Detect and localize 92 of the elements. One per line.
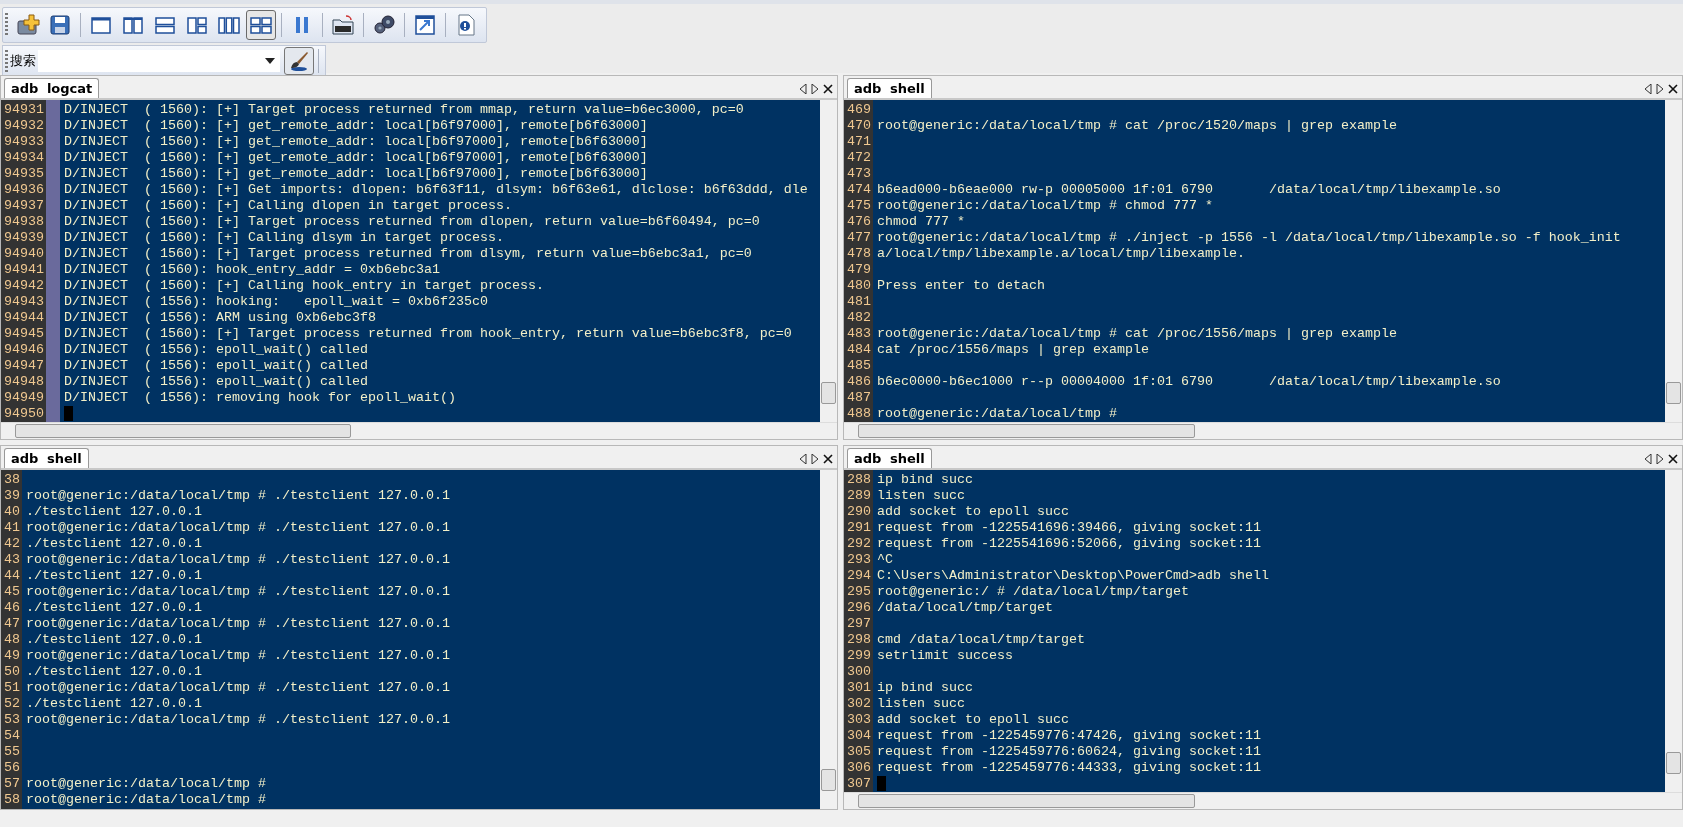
terminal-line: request from -1225541696:52066, giving socket:11	[876, 536, 1261, 552]
terminal-line: request from -1225459776:44333, giving socket:11	[876, 760, 1261, 776]
terminal-line: setrlimit success	[876, 648, 1013, 664]
terminal-line: D/INJECT ( 1560): hook_entry_addr = 0xb6ebc3a1	[63, 262, 440, 278]
pane-tab[interactable]: adb shell	[847, 448, 932, 468]
popout-window-icon	[413, 13, 437, 37]
terminal-line: ip bind succ	[876, 472, 973, 488]
terminal-line: ip bind succ	[876, 680, 973, 696]
terminal-line: request from -1225459776:47426, giving socket:11	[876, 728, 1261, 744]
search-label: 搜索	[10, 52, 36, 70]
scroll-left-icon[interactable]	[1644, 84, 1652, 94]
pane-tab[interactable]: adb shell	[847, 78, 932, 98]
gears-icon	[372, 13, 396, 37]
terminal-line: cat /proc/1556/maps | grep example	[876, 342, 1149, 358]
terminal-line: root@generic:/data/local/tmp # ./testclient 127.0.0.1	[25, 584, 450, 600]
terminal-line: D/INJECT ( 1560): [+] Calling dlopen in target process.	[63, 198, 512, 214]
terminal-line: D/INJECT ( 1560): [+] get_remote_addr: local[b6f97000], remote[b6f63000]	[63, 166, 648, 182]
terminal-line: b6ec0000-b6ec1000 r--p 00004000 1f:01 6790 /data/local/tmp/libexample.so	[876, 374, 1501, 390]
terminal-line: D/INJECT ( 1560): [+] Get imports: dlopen: b6f63f11, dlsym: b6f63e61, dlclose: b6f63ddd, dle	[63, 182, 808, 198]
terminal-line: chmod 777 *	[876, 214, 965, 230]
terminal-line: D/INJECT ( 1556): removing hook for epoll_wait()	[63, 390, 456, 406]
new-console-icon	[16, 13, 40, 37]
terminal-line: D/INJECT ( 1556): epoll_wait() called	[63, 374, 368, 390]
brush-icon	[288, 50, 310, 72]
terminal-line: root@generic:/data/local/tmp # ./testclient 127.0.0.1	[25, 648, 450, 664]
scroll-right-icon[interactable]	[1656, 84, 1664, 94]
close-icon[interactable]	[1668, 84, 1678, 94]
terminal-line: C:\Users\Administrator\Desktop\PowerCmd>adb shell	[876, 568, 1269, 584]
terminal-line: /data/local/tmp/target	[876, 600, 1053, 616]
terminal-line: D/INJECT ( 1560): [+] get_remote_addr: local[b6f97000], remote[b6f63000]	[63, 134, 648, 150]
terminal-line: root@generic:/data/local/tmp #	[25, 792, 266, 808]
terminal-line: listen succ	[876, 488, 965, 504]
terminal-line: D/INJECT ( 1560): [+] Target process returned from mmap, return value=b6ec3000, pc=0	[63, 102, 744, 118]
scroll-right-icon[interactable]	[811, 454, 819, 464]
brush-button[interactable]	[284, 47, 314, 75]
terminal-line: root@generic:/data/local/tmp # ./testclient 127.0.0.1	[25, 616, 450, 632]
terminal-line: D/INJECT ( 1556): hooking: epoll_wait = 0xb6f235c0	[63, 294, 488, 310]
terminal-line: ./testclient 127.0.0.1	[25, 504, 202, 520]
terminal-line: ^C	[876, 552, 893, 568]
terminal-line: ./testclient 127.0.0.1	[25, 664, 202, 680]
horizontal-scrollbar[interactable]	[1, 422, 837, 439]
log-folder-icon	[331, 13, 355, 37]
terminal-line: root@generic:/data/local/tmp # ./inject -p 1556 -l /data/local/tmp/libexample.so -f hook_init	[876, 230, 1621, 246]
scroll-left-icon[interactable]	[1644, 454, 1652, 464]
pane-tab[interactable]: adb logcat	[4, 78, 100, 98]
terminal-line: root@generic:/data/local/tmp #	[25, 776, 266, 792]
terminal-line: a/local/tmp/libexample.a/local/tmp/libexample.	[876, 246, 1245, 262]
terminal-line: request from -1225459776:60624, giving socket:11	[876, 744, 1261, 760]
terminal-line: root@generic:/data/local/tmp # ./testclient 127.0.0.1	[25, 680, 450, 696]
terminal-line: D/INJECT ( 1560): [+] Target process returned from dlopen, return value=b6f60494, pc=0	[63, 214, 760, 230]
terminal-line: root@generic:/data/local/tmp #	[876, 406, 1117, 422]
toolbar-button[interactable]	[246, 10, 276, 40]
terminal-line: D/INJECT ( 1556): ARM using 0xb6ebc3f8	[63, 310, 376, 326]
terminal-line: add socket to epoll succ	[876, 712, 1069, 728]
terminal-line: D/INJECT ( 1560): [+] get_remote_addr: local[b6f97000], remote[b6f63000]	[63, 118, 648, 134]
terminal-line: cmd /data/local/tmp/target	[876, 632, 1085, 648]
terminal-line: root@generic:/data/local/tmp # cat /proc/1520/maps | grep example	[876, 118, 1397, 134]
scroll-right-icon[interactable]	[811, 84, 819, 94]
close-icon[interactable]	[1668, 454, 1678, 464]
terminal-line: listen succ	[876, 696, 965, 712]
horizontal-scrollbar[interactable]	[844, 792, 1682, 809]
terminal-line: root@generic:/data/local/tmp # ./testclient 127.0.0.1	[25, 520, 450, 536]
terminal-line: add socket to epoll succ	[876, 504, 1069, 520]
terminal-line: ./testclient 127.0.0.1	[25, 568, 202, 584]
terminal-line: D/INJECT ( 1556): epoll_wait() called	[63, 358, 368, 374]
terminal-line: root@generic:/data/local/tmp # ./testclient 127.0.0.1	[25, 712, 450, 728]
terminal-line: ./testclient 127.0.0.1	[25, 632, 202, 648]
scroll-right-icon[interactable]	[1656, 454, 1664, 464]
terminal-line: root@generic:/data/local/tmp # cat /proc/1556/maps | grep example	[876, 326, 1397, 342]
terminal-line: root@generic:/ # /data/local/tmp/target	[876, 584, 1189, 600]
terminal-line: D/INJECT ( 1556): epoll_wait() called	[63, 342, 368, 358]
pane-tab[interactable]: adb shell	[4, 448, 89, 468]
terminal-line: ./testclient 127.0.0.1	[25, 696, 202, 712]
close-icon[interactable]	[823, 84, 833, 94]
terminal-line: root@generic:/data/local/tmp # chmod 777 *	[876, 198, 1213, 214]
terminal-line: D/INJECT ( 1560): [+] Calling hook_entry in target process.	[63, 278, 544, 294]
terminal-line: b6ead000-b6eae000 rw-p 00005000 1f:01 6790 /data/local/tmp/libexample.so	[876, 182, 1501, 198]
terminal-line: request from -1225541696:39466, giving socket:11	[876, 520, 1261, 536]
terminal-line: D/INJECT ( 1560): [+] Target process returned from hook_entry, return value=b6ebc3f8, pc=0	[63, 326, 792, 342]
terminal-line: D/INJECT ( 1560): [+] Calling dlsym in target process.	[63, 230, 504, 246]
scroll-left-icon[interactable]	[799, 454, 807, 464]
terminal-line: D/INJECT ( 1560): [+] get_remote_addr: local[b6f97000], remote[b6f63000]	[63, 150, 648, 166]
terminal-line: root@generic:/data/local/tmp # ./testclient 127.0.0.1	[25, 488, 450, 504]
close-icon[interactable]	[823, 454, 833, 464]
terminal-line: D/INJECT ( 1560): [+] Target process returned from dlsym, return value=b6ebc3a1, pc=0	[63, 246, 752, 262]
terminal-line: ./testclient 127.0.0.1	[25, 600, 202, 616]
horizontal-scrollbar[interactable]	[844, 422, 1682, 439]
terminal-line: root@generic:/data/local/tmp # ./testclient 127.0.0.1	[25, 552, 450, 568]
scroll-left-icon[interactable]	[799, 84, 807, 94]
terminal-line: Press enter to detach	[876, 278, 1045, 294]
terminal-line: ./testclient 127.0.0.1	[25, 536, 202, 552]
caret-icon	[265, 58, 275, 64]
